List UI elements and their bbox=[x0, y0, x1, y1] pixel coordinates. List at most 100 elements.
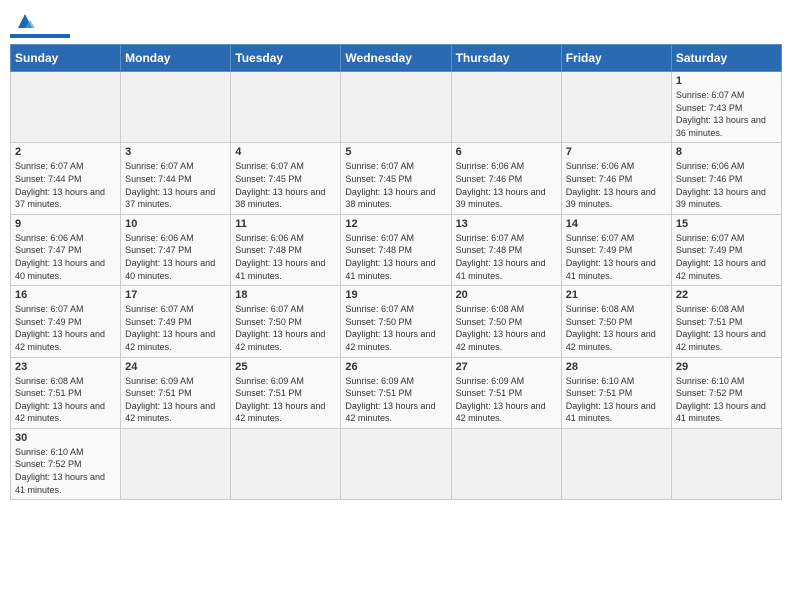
calendar-cell: 29Sunrise: 6:10 AM Sunset: 7:52 PM Dayli… bbox=[671, 357, 781, 428]
day-number: 12 bbox=[345, 218, 446, 230]
day-number: 26 bbox=[345, 361, 446, 373]
cell-info: Sunrise: 6:08 AM Sunset: 7:50 PM Dayligh… bbox=[456, 303, 557, 353]
page-header bbox=[10, 10, 782, 38]
cell-info: Sunrise: 6:07 AM Sunset: 7:44 PM Dayligh… bbox=[15, 160, 116, 210]
calendar-cell bbox=[341, 72, 451, 143]
cell-info: Sunrise: 6:09 AM Sunset: 7:51 PM Dayligh… bbox=[456, 375, 557, 425]
calendar-cell: 18 Sunrise: 6:07 AM Sunset: 7:50 PM Dayli… bbox=[231, 286, 341, 357]
day-number: 1 bbox=[676, 75, 777, 87]
day-number: 22 bbox=[676, 289, 777, 301]
cell-info: Sunrise: 6:10 AM Sunset: 7:51 PM Dayligh… bbox=[566, 375, 667, 425]
weekday-header-tuesday: Tuesday bbox=[231, 45, 341, 72]
day-number: 6 bbox=[456, 146, 557, 158]
calendar-cell bbox=[561, 428, 671, 499]
day-number: 8 bbox=[676, 146, 777, 158]
cell-info: Sunrise: 6:07 AM Sunset: 7:44 PM Dayligh… bbox=[125, 160, 226, 210]
calendar-week-row: 16Sunrise: 6:07 AM Sunset: 7:49 PM Dayli… bbox=[11, 286, 782, 357]
calendar-cell: 11 Sunrise: 6:06 AM Sunset: 7:48 PM Dayli… bbox=[231, 214, 341, 285]
calendar-cell: 5Sunrise: 6:07 AM Sunset: 7:45 PM Daylig… bbox=[341, 143, 451, 214]
cell-info: Sunrise: 6:06 AM Sunset: 7:46 PM Dayligh… bbox=[456, 160, 557, 210]
day-number: 28 bbox=[566, 361, 667, 373]
cell-info: Sunrise: 6:10 AM Sunset: 7:52 PM Dayligh… bbox=[15, 446, 116, 496]
day-number: 17 bbox=[125, 289, 226, 301]
day-number: 19 bbox=[345, 289, 446, 301]
weekday-header-saturday: Saturday bbox=[671, 45, 781, 72]
day-number: 7 bbox=[566, 146, 667, 158]
weekday-header-wednesday: Wednesday bbox=[341, 45, 451, 72]
cell-info: Sunrise: 6:09 AM Sunset: 7:51 PM Dayligh… bbox=[125, 375, 226, 425]
day-number: 10 bbox=[125, 218, 226, 230]
calendar-week-row: 9 Sunrise: 6:06 AM Sunset: 7:47 PM Daylig… bbox=[11, 214, 782, 285]
cell-info: Sunrise: 6:07 AM Sunset: 7:50 PM Dayligh… bbox=[235, 303, 336, 353]
calendar-cell: 21Sunrise: 6:08 AM Sunset: 7:50 PM Dayli… bbox=[561, 286, 671, 357]
calendar-cell: 1 Sunrise: 6:07 AM Sunset: 7:43 PM Daylig… bbox=[671, 72, 781, 143]
calendar-cell bbox=[231, 428, 341, 499]
logo-icon bbox=[14, 10, 36, 32]
calendar-cell: 30 Sunrise: 6:10 AM Sunset: 7:52 PM Dayli… bbox=[11, 428, 121, 499]
calendar-table: SundayMondayTuesdayWednesdayThursdayFrid… bbox=[10, 44, 782, 500]
calendar-cell: 15Sunrise: 6:07 AM Sunset: 7:49 PM Dayli… bbox=[671, 214, 781, 285]
day-number: 13 bbox=[456, 218, 557, 230]
day-number: 21 bbox=[566, 289, 667, 301]
calendar-cell: 22 Sunrise: 6:08 AM Sunset: 7:51 PM Dayli… bbox=[671, 286, 781, 357]
day-number: 23 bbox=[15, 361, 116, 373]
cell-info: Sunrise: 6:06 AM Sunset: 7:47 PM Dayligh… bbox=[15, 232, 116, 282]
calendar-cell: 17 Sunrise: 6:07 AM Sunset: 7:49 PM Dayli… bbox=[121, 286, 231, 357]
cell-info: Sunrise: 6:07 AM Sunset: 7:48 PM Dayligh… bbox=[456, 232, 557, 282]
calendar-cell bbox=[561, 72, 671, 143]
day-number: 24 bbox=[125, 361, 226, 373]
cell-info: Sunrise: 6:09 AM Sunset: 7:51 PM Dayligh… bbox=[235, 375, 336, 425]
cell-info: Sunrise: 6:07 AM Sunset: 7:43 PM Dayligh… bbox=[676, 89, 777, 139]
calendar-cell: 20 Sunrise: 6:08 AM Sunset: 7:50 PM Dayli… bbox=[451, 286, 561, 357]
calendar-cell bbox=[121, 428, 231, 499]
cell-info: Sunrise: 6:07 AM Sunset: 7:49 PM Dayligh… bbox=[566, 232, 667, 282]
cell-info: Sunrise: 6:07 AM Sunset: 7:50 PM Dayligh… bbox=[345, 303, 446, 353]
day-number: 30 bbox=[15, 432, 116, 444]
cell-info: Sunrise: 6:07 AM Sunset: 7:49 PM Dayligh… bbox=[15, 303, 116, 353]
calendar-cell: 24 Sunrise: 6:09 AM Sunset: 7:51 PM Dayli… bbox=[121, 357, 231, 428]
calendar-cell bbox=[341, 428, 451, 499]
cell-info: Sunrise: 6:06 AM Sunset: 7:48 PM Dayligh… bbox=[235, 232, 336, 282]
day-number: 11 bbox=[235, 218, 336, 230]
day-number: 27 bbox=[456, 361, 557, 373]
logo bbox=[10, 10, 70, 38]
logo-divider bbox=[10, 34, 70, 38]
calendar-cell: 3Sunrise: 6:07 AM Sunset: 7:44 PM Daylig… bbox=[121, 143, 231, 214]
calendar-cell: 27 Sunrise: 6:09 AM Sunset: 7:51 PM Dayli… bbox=[451, 357, 561, 428]
calendar-cell: 13 Sunrise: 6:07 AM Sunset: 7:48 PM Dayli… bbox=[451, 214, 561, 285]
calendar-cell: 8 Sunrise: 6:06 AM Sunset: 7:46 PM Daylig… bbox=[671, 143, 781, 214]
calendar-cell: 4Sunrise: 6:07 AM Sunset: 7:45 PM Daylig… bbox=[231, 143, 341, 214]
calendar-cell: 23 Sunrise: 6:08 AM Sunset: 7:51 PM Dayli… bbox=[11, 357, 121, 428]
cell-info: Sunrise: 6:07 AM Sunset: 7:49 PM Dayligh… bbox=[125, 303, 226, 353]
weekday-header-sunday: Sunday bbox=[11, 45, 121, 72]
day-number: 5 bbox=[345, 146, 446, 158]
calendar-week-row: 2 Sunrise: 6:07 AM Sunset: 7:44 PM Daylig… bbox=[11, 143, 782, 214]
cell-info: Sunrise: 6:10 AM Sunset: 7:52 PM Dayligh… bbox=[676, 375, 777, 425]
day-number: 14 bbox=[566, 218, 667, 230]
cell-info: Sunrise: 6:07 AM Sunset: 7:49 PM Dayligh… bbox=[676, 232, 777, 282]
day-number: 2 bbox=[15, 146, 116, 158]
calendar-week-row: 30 Sunrise: 6:10 AM Sunset: 7:52 PM Dayli… bbox=[11, 428, 782, 499]
calendar-cell: 10 Sunrise: 6:06 AM Sunset: 7:47 PM Dayli… bbox=[121, 214, 231, 285]
cell-info: Sunrise: 6:09 AM Sunset: 7:51 PM Dayligh… bbox=[345, 375, 446, 425]
weekday-header-friday: Friday bbox=[561, 45, 671, 72]
calendar-cell: 19 Sunrise: 6:07 AM Sunset: 7:50 PM Dayli… bbox=[341, 286, 451, 357]
cell-info: Sunrise: 6:06 AM Sunset: 7:46 PM Dayligh… bbox=[676, 160, 777, 210]
calendar-cell: 6 Sunrise: 6:06 AM Sunset: 7:46 PM Daylig… bbox=[451, 143, 561, 214]
day-number: 9 bbox=[15, 218, 116, 230]
cell-info: Sunrise: 6:08 AM Sunset: 7:51 PM Dayligh… bbox=[676, 303, 777, 353]
cell-info: Sunrise: 6:07 AM Sunset: 7:48 PM Dayligh… bbox=[345, 232, 446, 282]
calendar-cell: 9 Sunrise: 6:06 AM Sunset: 7:47 PM Daylig… bbox=[11, 214, 121, 285]
calendar-cell: 16Sunrise: 6:07 AM Sunset: 7:49 PM Dayli… bbox=[11, 286, 121, 357]
calendar-cell bbox=[451, 428, 561, 499]
day-number: 18 bbox=[235, 289, 336, 301]
weekday-header-thursday: Thursday bbox=[451, 45, 561, 72]
calendar-cell bbox=[451, 72, 561, 143]
day-number: 20 bbox=[456, 289, 557, 301]
calendar-cell bbox=[231, 72, 341, 143]
cell-info: Sunrise: 6:06 AM Sunset: 7:47 PM Dayligh… bbox=[125, 232, 226, 282]
calendar-cell: 2 Sunrise: 6:07 AM Sunset: 7:44 PM Daylig… bbox=[11, 143, 121, 214]
calendar-week-row: 23 Sunrise: 6:08 AM Sunset: 7:51 PM Dayli… bbox=[11, 357, 782, 428]
cell-info: Sunrise: 6:08 AM Sunset: 7:51 PM Dayligh… bbox=[15, 375, 116, 425]
day-number: 25 bbox=[235, 361, 336, 373]
